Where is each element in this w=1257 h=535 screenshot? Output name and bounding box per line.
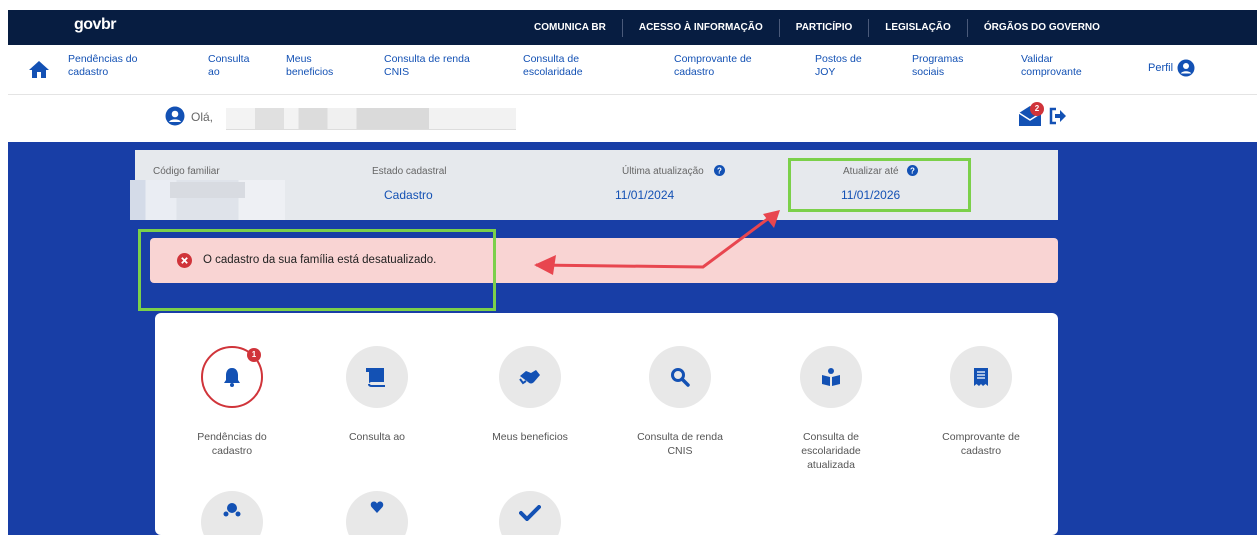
codigo-familiar-label: Código familiar [153,166,220,177]
link-orgaos-governo[interactable]: ÓRGÃOS DO GOVERNO [966,18,1116,37]
service-label: Comprovante de cadastro [942,431,1020,457]
map-pin-icon [223,503,241,517]
gov-header: govbr COMUNICA BR ACESSO À INFORMAÇÃO PA… [8,10,1257,45]
nav-consulta-escolaridade[interactable]: Consulta de escolaridade [523,53,583,79]
service-label: Consulta de renda CNIS [637,431,723,457]
ultima-atualizacao-label: Última atualização [622,166,704,177]
heart-icon [370,501,384,513]
nav-validar-comprovante[interactable]: Validar comprovante [1021,53,1082,79]
services-card: 1 Pendências do cadastro Consulta ao Meus… [155,313,1058,535]
link-legislacao[interactable]: LEGISLAÇÃO [868,18,967,37]
service-label: Meus beneficios [492,431,568,443]
service-postos-button[interactable] [201,491,263,535]
perfil-menu[interactable]: Perfil [1148,59,1195,77]
govbr-logo[interactable]: govbr [74,16,116,34]
messages-button[interactable]: 2 [1018,102,1044,128]
handshake-icon [519,370,540,385]
service-consulta-ao-button[interactable] [346,346,408,408]
logout-icon[interactable] [1048,106,1068,126]
estado-cadastral-value: Cadastro [384,188,433,202]
service-programas-button[interactable] [346,491,408,535]
redacted-username [226,108,516,130]
pendencias-badge: 1 [247,348,261,362]
nav-comprovante-cadastro[interactable]: Comprovante de cadastro [674,53,752,79]
service-label: Consulta ao [348,431,406,443]
help-icon[interactable]: ? [714,165,725,176]
book-icon [366,368,385,387]
receipt-icon [974,368,988,386]
home-icon[interactable] [28,59,50,79]
user-circle-icon [1177,59,1195,77]
redacted-codigo-value [170,182,245,198]
highlight-atualizar-ate [788,158,971,212]
check-icon [519,505,541,521]
service-escolaridade-button[interactable] [800,346,862,408]
nav-postos[interactable]: Postos de JOY [815,53,862,79]
search-icon [671,368,690,387]
estado-cadastral-label: Estado cadastral [372,166,447,177]
link-acesso-informacao[interactable]: ACESSO À INFORMAÇÃO [621,18,779,37]
main-nav: Pendências do cadastro Consulta ao Meus ben… [8,45,1257,95]
service-label: Pendências do cadastro [197,431,267,457]
service-comprovante-button[interactable] [950,346,1012,408]
perfil-label: Perfil [1148,62,1174,74]
bell-icon [224,368,240,387]
service-validar-button[interactable] [499,491,561,535]
link-participio[interactable]: PARTICÍPIO [778,18,868,37]
service-consulta-renda-button[interactable] [649,346,711,408]
svg-text:?: ? [717,167,722,176]
nav-consulta-ao[interactable]: Consulta ao [208,53,249,79]
user-row: Olá, 2 [8,96,1257,142]
nav-meus-beneficios[interactable]: Meus beneficios [286,53,333,79]
reading-icon [822,368,840,386]
nav-consulta-renda-cnis[interactable]: Consulta de renda CNIS [384,53,470,79]
mail-badge: 2 [1030,102,1044,116]
highlight-alert [138,229,496,311]
ultima-atualizacao-value: 11/01/2024 [615,188,675,202]
nav-pendencias-cadastro[interactable]: Pendências do cadastro [68,53,137,79]
nav-programas-sociais[interactable]: Programas sociais [912,53,963,79]
service-label: Consulta de escolaridade atualizada [801,431,861,471]
link-comunica-br[interactable]: COMUNICA BR [518,19,622,37]
gov-links: COMUNICA BR ACESSO À INFORMAÇÃO PARTICÍP… [518,10,1116,45]
greeting-text: Olá, [191,110,214,124]
service-meus-beneficios-button[interactable] [499,346,561,408]
user-circle-icon [165,106,185,126]
